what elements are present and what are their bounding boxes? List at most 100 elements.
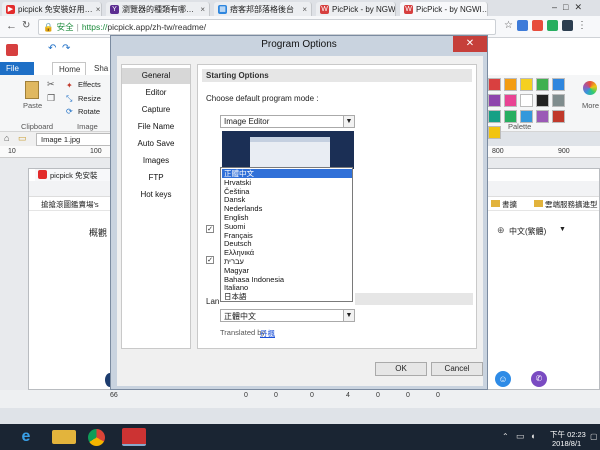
- network-icon[interactable]: ▭: [516, 431, 525, 442]
- language-option[interactable]: Dansk: [222, 195, 352, 204]
- star-icon[interactable]: ☆: [504, 20, 513, 31]
- notification-icon[interactable]: ▢: [590, 432, 598, 441]
- language-option[interactable]: Suomi: [222, 222, 352, 231]
- nav-item-ftp[interactable]: FTP: [122, 170, 190, 186]
- bookmark-item[interactable]: 搶搶滾圖鑑賣場's: [41, 199, 99, 210]
- phone-icon[interactable]: ✆: [531, 371, 547, 387]
- maximize-icon[interactable]: □: [563, 2, 574, 12]
- folder-icon[interactable]: ▭: [18, 133, 27, 144]
- more-colors-icon[interactable]: [583, 81, 597, 95]
- language-option[interactable]: Français: [222, 231, 352, 240]
- page-nav-overview[interactable]: 概觀: [89, 226, 107, 239]
- chrome-icon[interactable]: [88, 429, 105, 446]
- chevron-down-icon[interactable]: ▼: [343, 116, 354, 127]
- program-mode-select[interactable]: Image Editor ▼: [220, 115, 355, 128]
- language-option[interactable]: Čeština: [222, 187, 352, 196]
- tab-close-icon[interactable]: ×: [302, 5, 307, 14]
- palette-swatch[interactable]: [488, 78, 501, 91]
- chevron-down-icon[interactable]: ▼: [343, 310, 354, 321]
- language-option[interactable]: Nederlands: [222, 204, 352, 213]
- dialog-close-button[interactable]: ✕: [453, 36, 487, 52]
- paste-icon[interactable]: [25, 81, 39, 99]
- nav-item-file-name[interactable]: File Name: [122, 119, 190, 135]
- browser-tab[interactable]: ▶ picpick 免安裝好用… ×: [2, 2, 102, 16]
- palette-swatch[interactable]: [488, 126, 501, 139]
- tray-chevron-icon[interactable]: ⌃: [502, 432, 509, 441]
- nav-item-images[interactable]: Images: [122, 153, 190, 169]
- translator-link[interactable]: 丹楓: [260, 328, 275, 339]
- palette-swatch[interactable]: [504, 94, 517, 107]
- rotate-button[interactable]: Rotate: [78, 107, 100, 116]
- ie-icon[interactable]: e: [14, 428, 38, 446]
- close-window-icon[interactable]: ✕: [574, 2, 588, 12]
- palette-swatch[interactable]: [520, 78, 533, 91]
- nav-item-auto-save[interactable]: Auto Save: [122, 136, 190, 152]
- menu-icon[interactable]: ⋮: [577, 20, 587, 31]
- language-option[interactable]: Deutsch: [222, 239, 352, 248]
- language-option[interactable]: English: [222, 213, 352, 222]
- palette-swatch[interactable]: [536, 78, 549, 91]
- palette-swatch[interactable]: [520, 94, 533, 107]
- extension-icon[interactable]: [516, 20, 528, 31]
- extension-icon[interactable]: [546, 20, 558, 31]
- copy-icon[interactable]: ❐: [47, 93, 55, 104]
- ribbon-tab-file[interactable]: File: [0, 62, 34, 75]
- palette-swatch[interactable]: [504, 78, 517, 91]
- nav-item-hot-keys[interactable]: Hot keys: [122, 187, 190, 203]
- picpick-taskbar-icon[interactable]: [122, 428, 146, 446]
- palette-swatch[interactable]: [488, 94, 501, 107]
- url-field[interactable]: 🔒 安全 | https://picpick.app/zh-tw/readme/: [38, 19, 496, 35]
- cancel-button[interactable]: Cancel: [431, 362, 483, 376]
- language-option[interactable]: 正體中文: [222, 169, 352, 178]
- minimize-icon[interactable]: –: [552, 2, 563, 12]
- browser-tab[interactable]: WPicPick - by NGWI…×: [316, 2, 396, 16]
- language-option[interactable]: 日本語: [222, 292, 352, 301]
- palette-swatch[interactable]: [536, 110, 549, 123]
- extension-icon[interactable]: [531, 20, 543, 31]
- palette-swatch[interactable]: [488, 110, 501, 123]
- language-option[interactable]: Magyar: [222, 266, 352, 275]
- language-option[interactable]: עברית: [222, 257, 352, 266]
- back-icon[interactable]: ←: [6, 20, 17, 32]
- cut-icon[interactable]: ✂: [47, 79, 55, 90]
- effects-button[interactable]: Effects: [78, 80, 101, 89]
- nav-item-capture[interactable]: Capture: [122, 102, 190, 118]
- palette-swatch[interactable]: [536, 94, 549, 107]
- nav-item-editor[interactable]: Editor: [122, 85, 190, 101]
- resize-button[interactable]: Resize: [78, 94, 101, 103]
- extension-icon[interactable]: [561, 20, 573, 31]
- bookmark-folder[interactable]: 書擴: [502, 199, 517, 210]
- option-checkbox[interactable]: ✓: [206, 256, 214, 264]
- palette-swatch[interactable]: [552, 94, 565, 107]
- more-colors-label[interactable]: More: [582, 101, 599, 110]
- volume-icon[interactable]: ◖: [530, 431, 535, 441]
- tab-close-icon[interactable]: ×: [96, 5, 101, 14]
- palette-swatch[interactable]: [552, 78, 565, 91]
- home-icon[interactable]: ⌂: [4, 133, 9, 143]
- nav-item-general[interactable]: General: [122, 68, 190, 84]
- chat-icon[interactable]: ☺: [495, 371, 511, 387]
- clock-date[interactable]: 2018/8/1: [552, 439, 581, 448]
- reload-icon[interactable]: ↻: [22, 20, 30, 31]
- paste-button[interactable]: Paste: [23, 101, 42, 110]
- language-option[interactable]: Ελληνικά: [222, 248, 352, 257]
- undo-icon[interactable]: ↶: [48, 43, 56, 54]
- tab-favicon-icon: W: [320, 4, 329, 14]
- browser-tab[interactable]: ▦ 痞客邦部落格後台 ×: [214, 2, 312, 16]
- file-explorer-icon[interactable]: [52, 430, 76, 444]
- browser-tab[interactable]: WPicPick - by NGWI…×: [400, 2, 488, 16]
- browser-tab[interactable]: Y 瀏覽器的種類有哪… ×: [106, 2, 210, 16]
- chevron-down-icon[interactable]: ▼: [559, 226, 566, 233]
- document-tab[interactable]: Image 1.jpg: [36, 133, 116, 146]
- language-option[interactable]: Bahasa Indonesia: [222, 275, 352, 284]
- tab-close-icon[interactable]: ×: [200, 5, 205, 14]
- language-select[interactable]: 正體中文 ▼: [220, 309, 355, 322]
- ribbon-tab-home[interactable]: Home: [52, 62, 86, 75]
- palette-swatch[interactable]: [552, 110, 565, 123]
- bookmark-folder[interactable]: 雲端服務擴進型: [545, 199, 598, 210]
- language-option[interactable]: Hrvatski: [222, 178, 352, 187]
- option-checkbox[interactable]: ✓: [206, 225, 214, 233]
- language-selector[interactable]: 中文(繁體): [509, 226, 546, 237]
- redo-icon[interactable]: ↷: [62, 43, 70, 54]
- ok-button[interactable]: OK: [375, 362, 427, 376]
